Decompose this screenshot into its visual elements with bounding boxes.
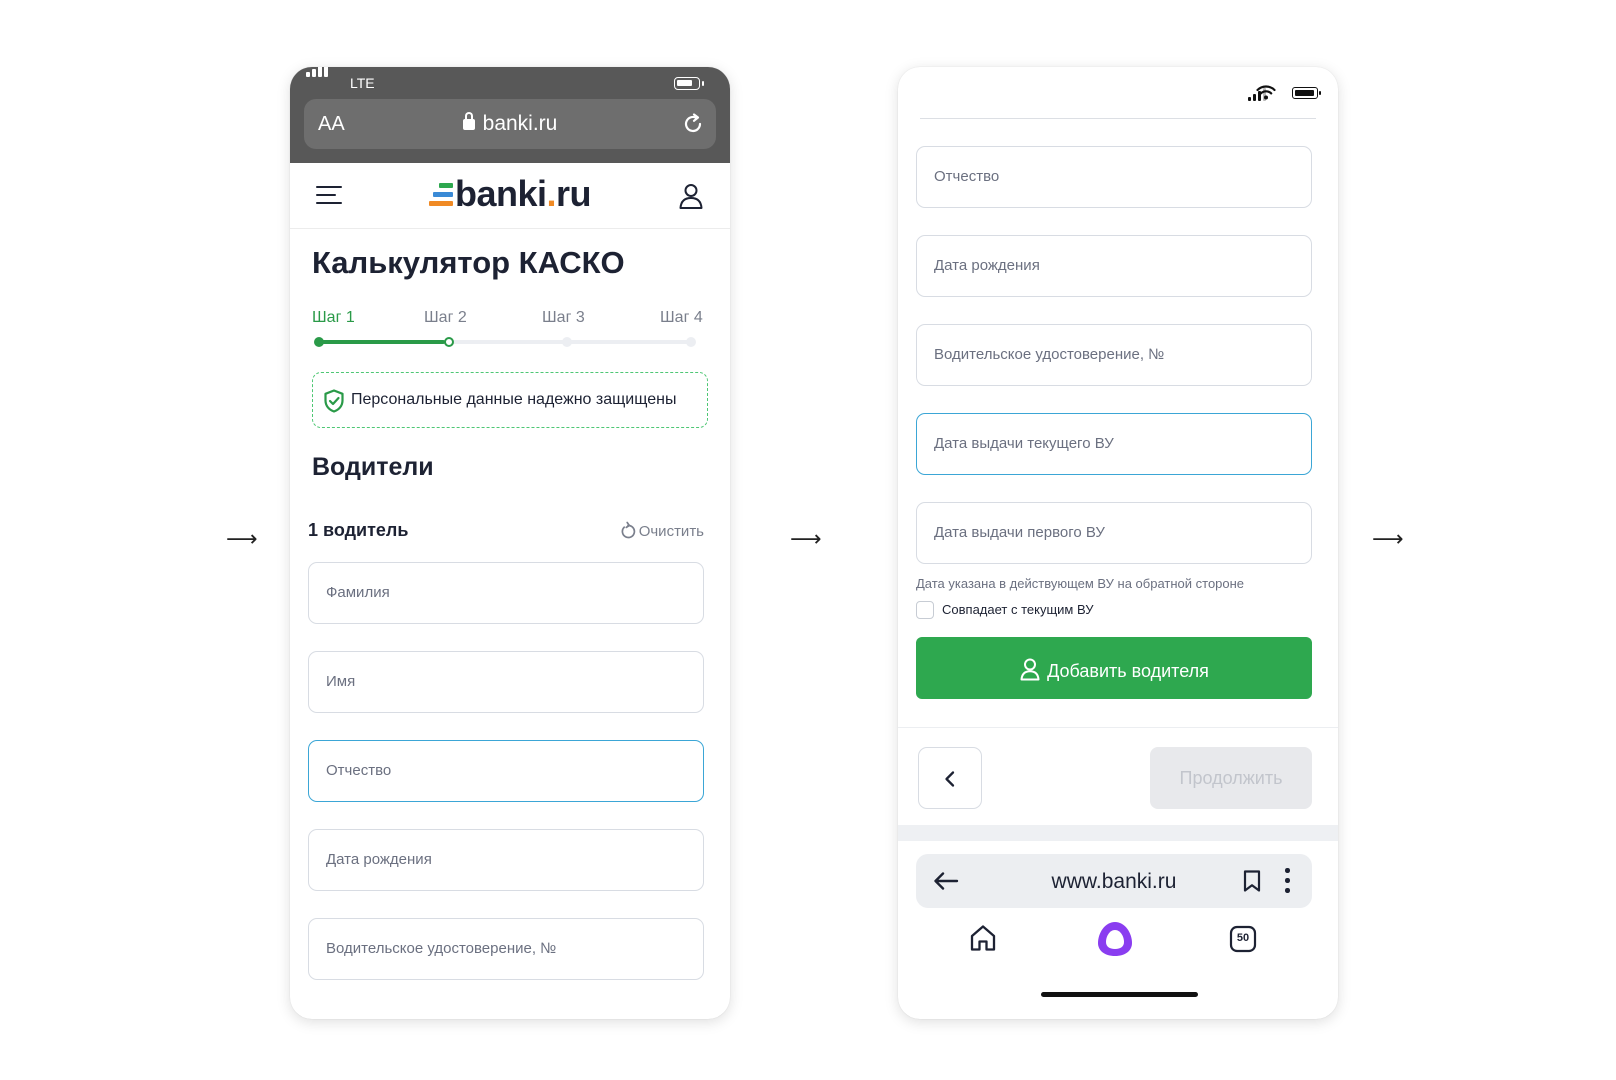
user-profile-icon[interactable] bbox=[676, 181, 706, 211]
back-button[interactable] bbox=[918, 747, 982, 809]
first-name-field[interactable]: Имя bbox=[308, 651, 704, 713]
step-2-label: Шаг 2 bbox=[424, 309, 467, 326]
add-driver-button[interactable]: Добавить водителя bbox=[916, 637, 1312, 699]
flow-arrow-middle: ⟶ bbox=[790, 527, 822, 552]
driver-label: 1 водитель bbox=[308, 520, 409, 540]
divider bbox=[898, 727, 1338, 728]
lock-icon bbox=[462, 112, 475, 130]
license-number-field[interactable]: Водительское удостоверение, № bbox=[308, 918, 704, 980]
driver-header: 1 водитель Очистить bbox=[308, 520, 704, 544]
first-license-date-field[interactable]: Дата выдачи первого ВУ bbox=[916, 502, 1312, 564]
alice-assistant-icon[interactable] bbox=[1095, 919, 1135, 959]
browser-chrome: LTE AA banki.ru bbox=[290, 67, 730, 163]
bookmark-icon[interactable] bbox=[1242, 869, 1262, 893]
tabs-icon[interactable]: 50 bbox=[1229, 925, 1257, 958]
step-4-label: Шаг 4 bbox=[660, 309, 703, 326]
site-logo[interactable]: banki.ru bbox=[290, 173, 730, 215]
continue-button[interactable]: Продолжить bbox=[1150, 747, 1312, 809]
chevron-left-icon bbox=[945, 771, 955, 787]
address-bar[interactable]: AA banki.ru bbox=[304, 99, 716, 149]
step-1-label: Шаг 1 bbox=[312, 309, 355, 326]
logo-mark-icon bbox=[428, 181, 453, 209]
license-date-hint: Дата указана в действующем ВУ на обратно… bbox=[916, 576, 1245, 591]
phone-screen-step1-scrolled: Отчество Дата рождения Водительское удос… bbox=[898, 67, 1338, 1019]
flow-arrow-right: ⟶ bbox=[1372, 527, 1404, 552]
step-3-label: Шаг 3 bbox=[542, 309, 585, 326]
browser-address-bar[interactable]: www.banki.ru bbox=[916, 854, 1312, 908]
step-2-dot bbox=[444, 337, 454, 347]
same-as-current-label[interactable]: Совпадает с текущим ВУ bbox=[942, 602, 1093, 617]
more-vertical-icon[interactable] bbox=[1284, 868, 1290, 894]
security-notice: Персональные данные надежно защищены bbox=[312, 372, 708, 428]
flow-arrow-left: ⟶ bbox=[226, 527, 258, 552]
birth-date-field[interactable]: Дата рождения bbox=[916, 235, 1312, 297]
battery-icon bbox=[674, 77, 704, 90]
tabs-count: 50 bbox=[1236, 932, 1250, 944]
current-license-date-field[interactable]: Дата выдачи текущего ВУ bbox=[916, 413, 1312, 475]
battery-icon bbox=[1292, 87, 1321, 99]
status-bar: LTE bbox=[306, 67, 714, 91]
reload-icon[interactable] bbox=[680, 111, 706, 137]
step-1-dot bbox=[314, 337, 324, 347]
phone-screen-step1: LTE AA banki.ru banki.ru Калькулятор КАС… bbox=[290, 67, 730, 1019]
birth-date-field[interactable]: Дата рождения bbox=[308, 829, 704, 891]
clear-button[interactable]: Очистить bbox=[620, 521, 704, 540]
divider bbox=[920, 118, 1316, 119]
page-title: Калькулятор КАСКО bbox=[312, 245, 625, 280]
patronymic-field[interactable]: Отчество bbox=[308, 740, 704, 802]
surname-field[interactable]: Фамилия bbox=[308, 562, 704, 624]
same-as-current-checkbox[interactable] bbox=[916, 601, 934, 619]
patronymic-field[interactable]: Отчество bbox=[916, 146, 1312, 208]
carrier-label: LTE bbox=[350, 75, 375, 91]
address-url: banki.ru bbox=[482, 112, 558, 135]
security-notice-text: Персональные данные надежно защищены bbox=[351, 391, 677, 408]
steps-progress-fill bbox=[316, 340, 445, 344]
license-number-field[interactable]: Водительское удостоверение, № bbox=[916, 324, 1312, 386]
status-bar bbox=[1228, 85, 1321, 101]
shield-check-icon bbox=[324, 389, 344, 413]
section-title: Водители bbox=[312, 453, 434, 481]
reset-icon bbox=[621, 521, 635, 539]
site-header: banki.ru bbox=[290, 163, 730, 229]
user-add-icon bbox=[1020, 658, 1040, 681]
home-icon[interactable] bbox=[968, 923, 998, 953]
page-bottom-strip bbox=[898, 825, 1338, 841]
home-indicator bbox=[1041, 992, 1198, 997]
step-3-dot bbox=[562, 337, 572, 347]
wifi-icon bbox=[1256, 85, 1276, 100]
steps-progress-bar bbox=[314, 337, 696, 347]
step-4-dot bbox=[686, 337, 696, 347]
